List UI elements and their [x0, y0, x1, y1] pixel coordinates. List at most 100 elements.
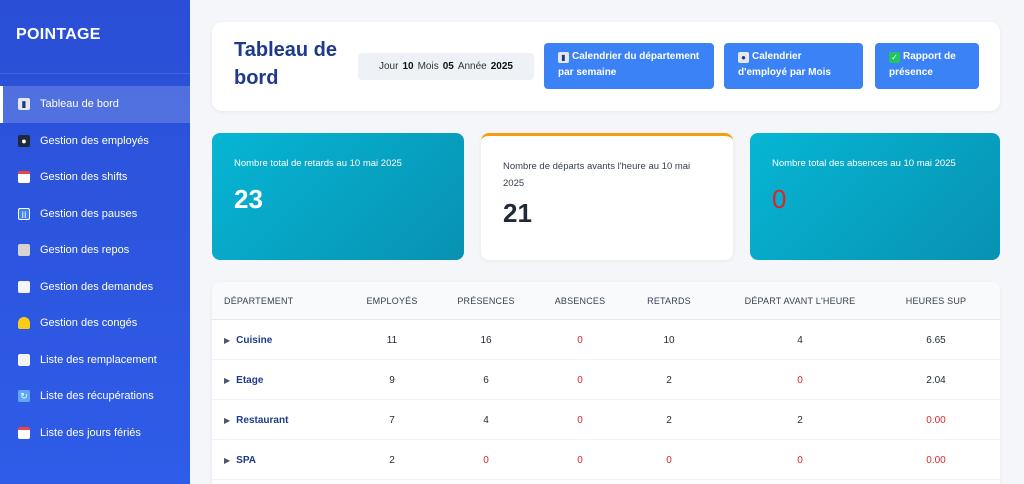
sidebar-item-label: Liste des jours fériés	[40, 426, 141, 439]
table-row[interactable]: ▶ SPA 2 0 0 0 0 0.00	[212, 440, 1000, 480]
bell-icon	[18, 317, 30, 330]
checkmark-icon: ✓	[889, 52, 900, 63]
table-row[interactable]: ▶ Etage 9 6 0 2 0 2.04	[212, 360, 1000, 400]
expand-arrow-icon[interactable]: ▶	[224, 376, 230, 385]
cell-depart: 0	[797, 375, 803, 386]
app-brand: POINTAGE	[0, 0, 190, 74]
date-display: Jour 10 Mois 05 Année 2025	[358, 53, 534, 80]
cell-absences: 0	[577, 415, 583, 426]
cell-heures-sup: 0.00	[926, 415, 946, 426]
sidebar-item-conges[interactable]: Gestion des congés	[0, 305, 190, 342]
expand-arrow-icon[interactable]: ▶	[224, 336, 230, 345]
sidebar-item-repos[interactable]: Gestion des repos	[0, 232, 190, 269]
cell-presences: 4	[483, 415, 489, 426]
sidebar-item-recuperations[interactable]: ↻ Liste des récupérations	[0, 378, 190, 415]
stat-value: 23	[234, 184, 263, 214]
cell-presences: 0	[483, 455, 489, 466]
cell-retards: 2	[666, 415, 672, 426]
sidebar-item-label: Gestion des employés	[40, 134, 149, 147]
cell-employes: 7	[389, 415, 395, 426]
main-content: Tableau de bord Jour 10 Mois 05 Année 20…	[190, 0, 1024, 484]
sidebar-item-label: Gestion des congés	[40, 317, 138, 330]
year-label: Année	[457, 61, 487, 72]
stat-label: Nombre de départs avants l'heure au 10 m…	[503, 161, 691, 189]
table-row[interactable]: ▶ Cuisine 11 16 0 10 4 6.65	[212, 320, 1000, 360]
chart-icon: ▮	[558, 52, 569, 63]
cell-retards: 2	[666, 375, 672, 386]
cell-retards: 0	[666, 455, 672, 466]
stat-label: Nombre total des absences au 10 mai 2025	[772, 158, 956, 169]
chart-icon: ▮	[18, 98, 30, 111]
sidebar-item-remplacement[interactable]: Liste des remplacement	[0, 342, 190, 379]
calendar-icon	[18, 426, 30, 439]
cell-employes: 2	[389, 455, 395, 466]
sidebar-item-shifts[interactable]: Gestion des shifts	[0, 159, 190, 196]
table-row[interactable]: ▶ Restaurant 7 4 0 2 2 0.00	[212, 400, 1000, 440]
department-label: SPA	[236, 455, 256, 466]
department-table: DÉPARTEMENT EMPLOYÉS PRÉSENCES ABSENCES …	[212, 282, 1000, 484]
cell-employes: 9	[389, 375, 395, 386]
sidebar-nav: ▮ Tableau de bord ● Gestion des employés…	[0, 74, 190, 451]
sidebar-item-label: Gestion des repos	[40, 244, 130, 257]
employee-monthly-calendar-button[interactable]: ● Calendrier d'employé par Mois	[724, 43, 863, 89]
cell-depart: 4	[797, 335, 803, 346]
button-label: Calendrier du département par semaine	[558, 51, 700, 78]
column-header: EMPLOYÉS	[366, 296, 418, 306]
column-header: ABSENCES	[554, 296, 606, 306]
cell-depart: 2	[797, 415, 803, 426]
department-name[interactable]: ▶ Restaurant	[224, 415, 288, 426]
cell-employes: 11	[386, 335, 398, 346]
sidebar-item-label: Gestion des shifts	[40, 171, 128, 184]
department-weekly-calendar-button[interactable]: ▮ Calendrier du département par semaine	[544, 43, 714, 89]
month-value: 05	[442, 61, 454, 72]
header-card: Tableau de bord Jour 10 Mois 05 Année 20…	[212, 22, 1000, 111]
sidebar-item-pauses[interactable]: II Gestion des pauses	[0, 196, 190, 233]
cell-presences: 16	[480, 335, 492, 346]
column-header: RETARDS	[647, 296, 691, 306]
column-header: HEURES SUP	[905, 296, 967, 306]
sidebar: POINTAGE ▮ Tableau de bord ● Gestion des…	[0, 0, 190, 484]
cell-retards: 10	[663, 335, 675, 346]
year-value: 2025	[490, 61, 513, 72]
sidebar-item-label: Gestion des pauses	[40, 207, 138, 220]
stat-value: 21	[503, 198, 532, 228]
sidebar-item-demandes[interactable]: Gestion des demandes	[0, 269, 190, 306]
expand-arrow-icon[interactable]: ▶	[224, 416, 230, 425]
sidebar-item-label: Tableau de bord	[40, 98, 119, 111]
column-header: DÉPART AVANT L'HEURE	[744, 296, 856, 306]
employee-icon: ●	[18, 134, 30, 147]
stat-card-departs: Nombre de départs avants l'heure au 10 m…	[481, 133, 733, 260]
sidebar-item-tableau-de-bord[interactable]: ▮ Tableau de bord	[0, 86, 190, 123]
document-icon	[18, 353, 30, 366]
department-name[interactable]: ▶ Etage	[224, 375, 263, 386]
month-label: Mois	[417, 61, 439, 72]
cell-heures-sup: 0.00	[926, 455, 946, 466]
department-name[interactable]: ▶ Cuisine	[224, 335, 272, 346]
button-label: Calendrier d'employé par Mois	[738, 51, 831, 78]
cell-presences: 6	[483, 375, 489, 386]
stat-label: Nombre total de retards au 10 mai 2025	[234, 158, 402, 169]
sidebar-item-employes[interactable]: ● Gestion des employés	[0, 123, 190, 160]
table-header: DÉPARTEMENT EMPLOYÉS PRÉSENCES ABSENCES …	[212, 282, 1000, 320]
department-name[interactable]: ▶ SPA	[224, 455, 256, 466]
document-icon	[18, 280, 30, 293]
pause-icon: II	[18, 207, 30, 220]
day-value: 10	[402, 61, 414, 72]
cell-heures-sup: 6.65	[926, 335, 946, 346]
column-header: PRÉSENCES	[457, 296, 515, 306]
employee-icon: ●	[738, 52, 749, 63]
sidebar-item-jours-feries[interactable]: Liste des jours fériés	[0, 415, 190, 452]
column-header: DÉPARTEMENT	[224, 296, 294, 306]
attendance-report-button[interactable]: ✓ Rapport de présence	[875, 43, 979, 89]
cell-absences: 0	[577, 455, 583, 466]
refresh-icon: ↻	[18, 390, 30, 403]
clipboard-icon	[18, 244, 30, 257]
stat-value: 0	[772, 184, 787, 214]
day-label: Jour	[379, 61, 399, 72]
calendar-icon	[18, 171, 30, 184]
stat-card-absences: Nombre total des absences au 10 mai 2025…	[750, 133, 1000, 260]
department-label: Etage	[236, 375, 264, 386]
page-title: Tableau de bord	[234, 39, 337, 89]
cell-heures-sup: 2.04	[926, 375, 946, 386]
expand-arrow-icon[interactable]: ▶	[224, 456, 230, 465]
